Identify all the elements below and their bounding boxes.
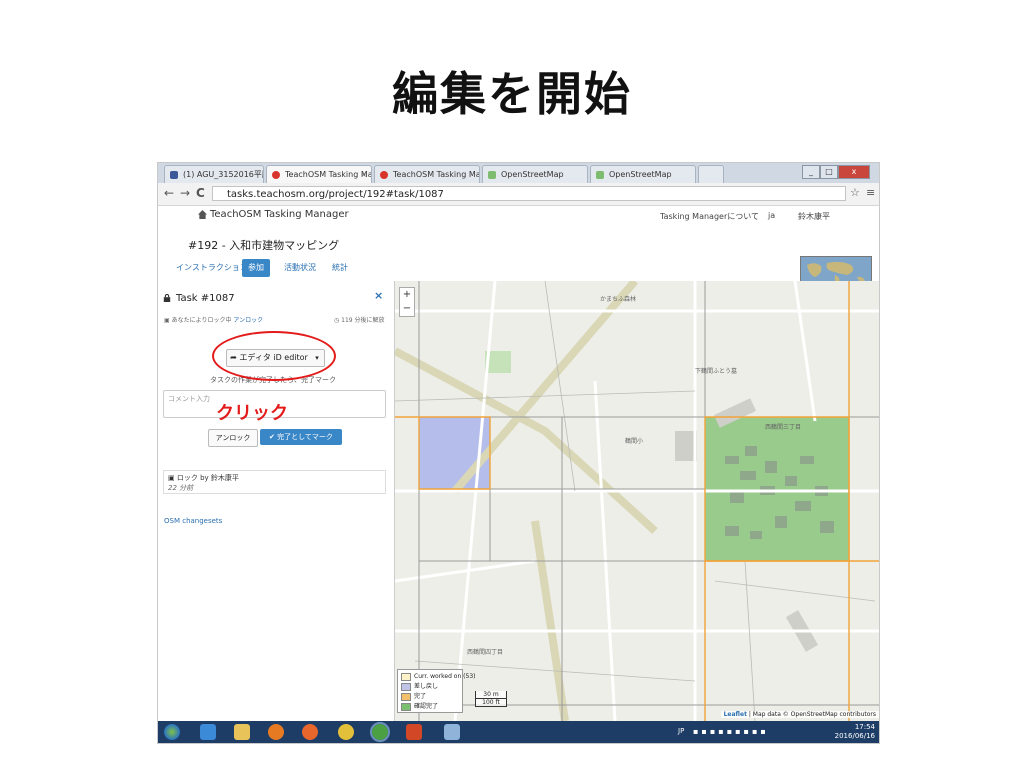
lock-icon: ▣ [168,474,177,482]
facebook-icon [170,171,178,179]
system-tray-icons[interactable]: ▪▪▪▪▪▪▪▪▪ [693,727,769,736]
about-link[interactable]: Tasking Managerについて [660,211,759,222]
close-window-button[interactable]: x [838,165,870,179]
menu-icon[interactable]: ≡ [866,186,875,199]
legend-swatch [401,682,411,691]
legend-swatch [401,692,411,701]
tab-instructions[interactable]: インストラクション [176,259,248,277]
powerpoint-icon[interactable] [406,724,422,740]
legend-swatch [401,702,411,711]
osm-icon [488,171,496,179]
url-input[interactable]: tasks.teachosm.org/project/192#task/1087 [212,186,846,201]
language-indicator[interactable]: JP [678,727,684,735]
unlock-link[interactable]: アンロック [233,317,263,324]
map-legend: Curr. worked on (53) 差し戻し 完了 確認完了 [397,669,476,713]
project-title: #192 - 入和市建物マッピング [188,239,340,252]
map-canvas[interactable]: 下鶴間ふとう墓 西鶴間三丁目 西鶴間四丁目 鶴間小 かまちふ森林 [395,281,879,721]
lock-icon: ▣ [164,317,172,324]
map-label: 鶴間小 [625,437,643,445]
annotation-label: クリック [216,403,288,424]
user-menu[interactable]: 鈴木康平 [798,211,830,222]
teachosm-icon [272,171,280,179]
map-label: かまちふ森林 [600,295,636,303]
media-player-icon[interactable] [268,724,284,740]
lock-timer: ◷ 119 分後に解放 [334,317,385,324]
map-label: 西鶴間三丁目 [765,423,801,431]
annotation-circle [212,331,336,381]
ie-icon[interactable] [200,724,216,740]
tab-contribute[interactable]: 参加 [242,259,270,277]
task-panel: Task #1087 × ▣ あなたによりロック中 アンロック ◷ 119 分後… [158,281,395,743]
lock-icon [163,294,171,302]
zoom-control: + − [399,287,415,317]
chrome-active-icon[interactable] [370,722,390,742]
minimize-button[interactable]: _ [802,165,820,179]
brand-link[interactable]: TeachOSM Tasking Manager [210,209,349,220]
back-icon[interactable]: ← [164,186,174,200]
maximize-button[interactable]: □ [820,165,838,179]
language-menu[interactable]: ja [768,211,775,220]
tab-stats[interactable]: 統計 [332,259,348,277]
explorer-icon[interactable] [234,724,250,740]
map-attribution: Leaflet | Map data © OpenStreetMap contr… [720,711,879,718]
lock-status: ▣ あなたによりロック中 アンロック [164,317,264,324]
new-tab-button[interactable] [698,165,724,183]
leaflet-link[interactable]: Leaflet [724,711,747,718]
address-bar: ← → C tasks.teachosm.org/project/192#tas… [158,183,879,206]
home-icon [198,210,207,219]
screenshot: (1) AGU_3152016平勝 TeachOSM Tasking Ma × … [157,162,880,744]
osm-changesets-link[interactable]: OSM changesets [164,517,222,525]
osm-icon [596,171,604,179]
browser-tab[interactable]: OpenStreetMap [590,165,696,183]
map-label: 下鶴間ふとう墓 [695,367,737,375]
task-title: Task #1087 [176,293,235,304]
start-icon[interactable] [164,724,180,740]
map-label: 西鶴間四丁目 [467,648,503,656]
star-icon[interactable]: ☆ [850,186,860,199]
close-tab-icon[interactable]: × [360,166,367,183]
zoom-in-button[interactable]: + [400,288,414,302]
mark-done-button[interactable]: ✔ 完了としてマーク [260,429,342,445]
browser-tab[interactable]: (1) AGU_3152016平勝 [164,165,264,183]
windows-taskbar: JP ▪▪▪▪▪▪▪▪▪ 17:54 2016/06/16 [158,721,879,743]
map-scale: 30 m 100 ft [475,691,507,707]
teachosm-icon [380,171,388,179]
forward-icon[interactable]: → [180,186,190,200]
unlock-button[interactable]: アンロック [208,429,258,447]
check-icon: ✔ [269,433,278,441]
slide-title: 編集を開始 [392,67,632,121]
legend-swatch [401,672,411,681]
taskbar-clock[interactable]: 17:54 2016/06/16 [835,723,875,741]
history-entry: ▣ ロック by 鈴木康平 22 分前 [163,470,386,494]
browser-tab[interactable]: OpenStreetMap [482,165,588,183]
paint-icon[interactable] [444,724,460,740]
firefox-icon[interactable] [302,724,318,740]
browser-tab-bar: (1) AGU_3152016平勝 TeachOSM Tasking Ma × … [158,163,879,183]
task-map[interactable]: 下鶴間ふとう墓 西鶴間三丁目 西鶴間四丁目 鶴間小 かまちふ森林 + − Cur… [395,281,879,721]
close-task-button[interactable]: × [374,289,383,302]
browser-tab[interactable]: TeachOSM Tasking Ma [374,165,480,183]
reload-icon[interactable]: C [196,186,205,200]
browser-tab-active[interactable]: TeachOSM Tasking Ma × [266,165,372,183]
tab-activity[interactable]: 活動状況 [284,259,316,277]
chrome-icon[interactable] [338,724,354,740]
zoom-out-button[interactable]: − [400,302,414,316]
